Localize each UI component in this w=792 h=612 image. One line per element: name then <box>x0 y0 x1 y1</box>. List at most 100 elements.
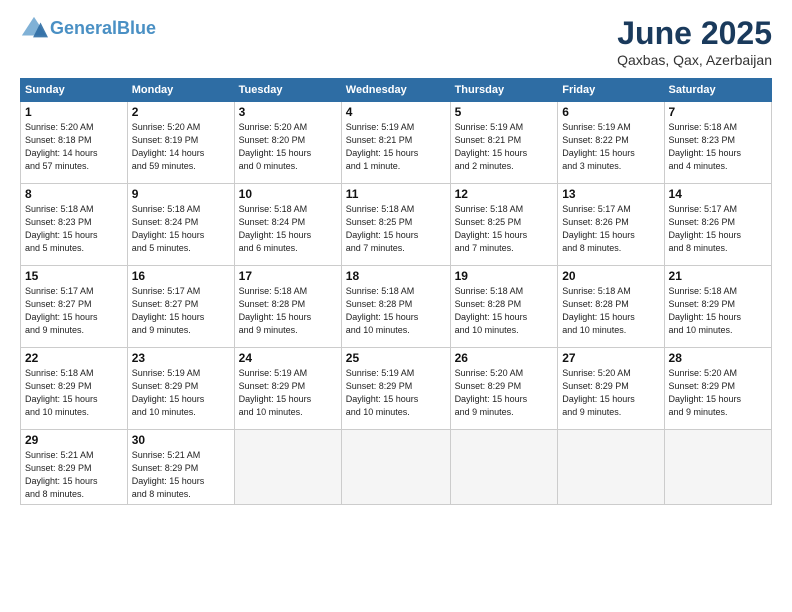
col-sunday: Sunday <box>21 79 128 102</box>
day-info: Sunrise: 5:19 AMSunset: 8:29 PMDaylight:… <box>132 367 230 419</box>
table-cell: 15Sunrise: 5:17 AMSunset: 8:27 PMDayligh… <box>21 266 128 348</box>
table-cell: 18Sunrise: 5:18 AMSunset: 8:28 PMDayligh… <box>341 266 450 348</box>
table-cell: 24 Sunrise: 5:19 AMSunset: 8:29 PMDayligh… <box>234 348 341 430</box>
day-info: Sunrise: 5:18 AMSunset: 8:23 PMDaylight:… <box>669 121 767 173</box>
day-info: Sunrise: 5:17 AMSunset: 8:26 PMDaylight:… <box>562 203 659 255</box>
day-info: Sunrise: 5:20 AMSunset: 8:19 PMDaylight:… <box>132 121 230 173</box>
table-cell: 28 Sunrise: 5:20 AMSunset: 8:29 PMDayligh… <box>664 348 771 430</box>
col-friday: Friday <box>558 79 664 102</box>
table-cell: 7 Sunrise: 5:18 AMSunset: 8:23 PMDaylight… <box>664 102 771 184</box>
day-number: 6 <box>562 105 659 119</box>
header: GeneralBlue June 2025 Qaxbas, Qax, Azerb… <box>20 15 772 68</box>
table-row: 29 Sunrise: 5:21 AMSunset: 8:29 PMDayligh… <box>21 430 772 505</box>
table-cell <box>558 430 664 505</box>
table-cell <box>234 430 341 505</box>
day-number: 30 <box>132 433 230 447</box>
day-info: Sunrise: 5:17 AMSunset: 8:27 PMDaylight:… <box>25 285 123 337</box>
day-number: 17 <box>239 269 337 283</box>
day-info: Sunrise: 5:18 AMSunset: 8:23 PMDaylight:… <box>25 203 123 255</box>
day-info: Sunrise: 5:18 AMSunset: 8:28 PMDaylight:… <box>239 285 337 337</box>
day-info: Sunrise: 5:19 AMSunset: 8:29 PMDaylight:… <box>239 367 337 419</box>
table-cell: 26 Sunrise: 5:20 AMSunset: 8:29 PMDayligh… <box>450 348 558 430</box>
header-row: Sunday Monday Tuesday Wednesday Thursday… <box>21 79 772 102</box>
day-number: 13 <box>562 187 659 201</box>
day-number: 8 <box>25 187 123 201</box>
logo: GeneralBlue <box>20 15 156 43</box>
day-number: 7 <box>669 105 767 119</box>
day-number: 18 <box>346 269 446 283</box>
day-info: Sunrise: 5:20 AMSunset: 8:18 PMDaylight:… <box>25 121 123 173</box>
table-cell: 6 Sunrise: 5:19 AMSunset: 8:22 PMDaylight… <box>558 102 664 184</box>
table-cell: 29Sunrise: 5:21 AMSunset: 8:29 PMDayligh… <box>21 430 128 505</box>
day-number: 26 <box>455 351 554 365</box>
location: Qaxbas, Qax, Azerbaijan <box>617 52 772 68</box>
table-cell: 17 Sunrise: 5:18 AMSunset: 8:28 PMDayligh… <box>234 266 341 348</box>
day-info: Sunrise: 5:20 AMSunset: 8:29 PMDaylight:… <box>669 367 767 419</box>
table-cell: 20Sunrise: 5:18 AMSunset: 8:28 PMDayligh… <box>558 266 664 348</box>
table-cell: 2Sunrise: 5:20 AMSunset: 8:19 PMDaylight… <box>127 102 234 184</box>
day-number: 23 <box>132 351 230 365</box>
day-info: Sunrise: 5:20 AMSunset: 8:29 PMDaylight:… <box>562 367 659 419</box>
col-saturday: Saturday <box>664 79 771 102</box>
day-info: Sunrise: 5:19 AMSunset: 8:21 PMDaylight:… <box>346 121 446 173</box>
table-cell: 8 Sunrise: 5:18 AMSunset: 8:23 PMDaylight… <box>21 184 128 266</box>
day-number: 1 <box>25 105 123 119</box>
day-number: 9 <box>132 187 230 201</box>
logo-line2: Blue <box>117 18 156 38</box>
title-block: June 2025 Qaxbas, Qax, Azerbaijan <box>617 15 772 68</box>
day-info: Sunrise: 5:20 AMSunset: 8:20 PMDaylight:… <box>239 121 337 173</box>
day-info: Sunrise: 5:18 AMSunset: 8:28 PMDaylight:… <box>562 285 659 337</box>
table-cell: 14 Sunrise: 5:17 AMSunset: 8:26 PMDayligh… <box>664 184 771 266</box>
logo-line1: General <box>50 18 117 38</box>
day-info: Sunrise: 5:18 AMSunset: 8:25 PMDaylight:… <box>346 203 446 255</box>
table-cell: 9Sunrise: 5:18 AMSunset: 8:24 PMDaylight… <box>127 184 234 266</box>
table-cell: 22 Sunrise: 5:18 AMSunset: 8:29 PMDayligh… <box>21 348 128 430</box>
day-number: 25 <box>346 351 446 365</box>
day-number: 22 <box>25 351 123 365</box>
logo-icon <box>20 15 48 43</box>
day-info: Sunrise: 5:17 AMSunset: 8:27 PMDaylight:… <box>132 285 230 337</box>
day-info: Sunrise: 5:18 AMSunset: 8:28 PMDaylight:… <box>455 285 554 337</box>
table-cell <box>341 430 450 505</box>
table-row: 22 Sunrise: 5:18 AMSunset: 8:29 PMDayligh… <box>21 348 772 430</box>
day-info: Sunrise: 5:19 AMSunset: 8:29 PMDaylight:… <box>346 367 446 419</box>
day-info: Sunrise: 5:18 AMSunset: 8:25 PMDaylight:… <box>455 203 554 255</box>
table-cell <box>450 430 558 505</box>
table-cell: 1 Sunrise: 5:20 AMSunset: 8:18 PMDaylight… <box>21 102 128 184</box>
table-cell: 16Sunrise: 5:17 AMSunset: 8:27 PMDayligh… <box>127 266 234 348</box>
day-info: Sunrise: 5:21 AMSunset: 8:29 PMDaylight:… <box>132 449 230 501</box>
table-row: 1 Sunrise: 5:20 AMSunset: 8:18 PMDaylight… <box>21 102 772 184</box>
col-thursday: Thursday <box>450 79 558 102</box>
table-cell: 11 Sunrise: 5:18 AMSunset: 8:25 PMDayligh… <box>341 184 450 266</box>
day-info: Sunrise: 5:18 AMSunset: 8:29 PMDaylight:… <box>25 367 123 419</box>
day-number: 29 <box>25 433 123 447</box>
table-cell: 21Sunrise: 5:18 AMSunset: 8:29 PMDayligh… <box>664 266 771 348</box>
table-row: 8 Sunrise: 5:18 AMSunset: 8:23 PMDaylight… <box>21 184 772 266</box>
table-cell: 3 Sunrise: 5:20 AMSunset: 8:20 PMDaylight… <box>234 102 341 184</box>
table-cell: 25 Sunrise: 5:19 AMSunset: 8:29 PMDayligh… <box>341 348 450 430</box>
page: GeneralBlue June 2025 Qaxbas, Qax, Azerb… <box>0 0 792 612</box>
day-info: Sunrise: 5:19 AMSunset: 8:21 PMDaylight:… <box>455 121 554 173</box>
day-info: Sunrise: 5:18 AMSunset: 8:29 PMDaylight:… <box>669 285 767 337</box>
day-number: 12 <box>455 187 554 201</box>
calendar-table: Sunday Monday Tuesday Wednesday Thursday… <box>20 78 772 505</box>
day-number: 10 <box>239 187 337 201</box>
day-info: Sunrise: 5:18 AMSunset: 8:24 PMDaylight:… <box>239 203 337 255</box>
month-title: June 2025 <box>617 15 772 52</box>
day-number: 28 <box>669 351 767 365</box>
day-number: 3 <box>239 105 337 119</box>
day-info: Sunrise: 5:19 AMSunset: 8:22 PMDaylight:… <box>562 121 659 173</box>
day-info: Sunrise: 5:20 AMSunset: 8:29 PMDaylight:… <box>455 367 554 419</box>
table-cell: 13 Sunrise: 5:17 AMSunset: 8:26 PMDayligh… <box>558 184 664 266</box>
day-number: 24 <box>239 351 337 365</box>
day-number: 11 <box>346 187 446 201</box>
day-number: 27 <box>562 351 659 365</box>
table-cell: 4Sunrise: 5:19 AMSunset: 8:21 PMDaylight… <box>341 102 450 184</box>
col-tuesday: Tuesday <box>234 79 341 102</box>
day-number: 14 <box>669 187 767 201</box>
day-number: 19 <box>455 269 554 283</box>
table-cell: 12 Sunrise: 5:18 AMSunset: 8:25 PMDayligh… <box>450 184 558 266</box>
day-info: Sunrise: 5:17 AMSunset: 8:26 PMDaylight:… <box>669 203 767 255</box>
table-cell: 27 Sunrise: 5:20 AMSunset: 8:29 PMDayligh… <box>558 348 664 430</box>
table-cell: 30 Sunrise: 5:21 AMSunset: 8:29 PMDayligh… <box>127 430 234 505</box>
